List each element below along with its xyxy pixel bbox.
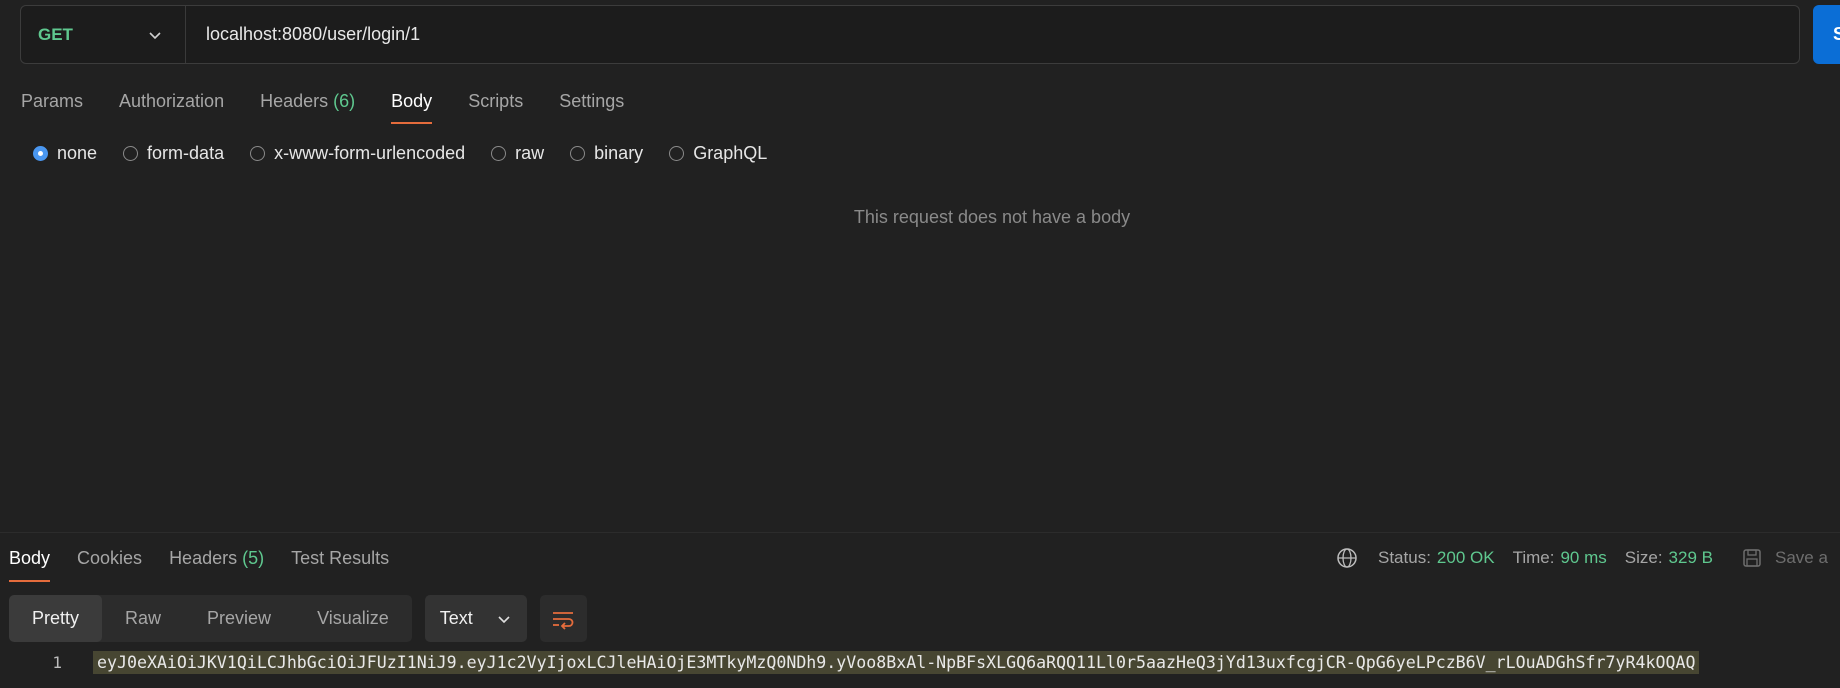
radio-label: binary — [594, 143, 644, 163]
chevron-down-icon — [498, 615, 510, 623]
size-label: Size: — [1624, 548, 1663, 567]
line-number: 1 — [52, 652, 62, 672]
mode-raw[interactable]: Raw — [102, 595, 184, 642]
save-response-label: Save a — [1774, 548, 1828, 567]
headers-count: (6) — [333, 91, 356, 111]
send-button-label: S — [1833, 24, 1840, 44]
url-input[interactable]: localhost:8080/user/login/1 — [206, 24, 420, 45]
time-label: Time: — [1512, 548, 1555, 567]
response-body-text[interactable]: eyJ0eXAiOiJKV1QiLCJhbGciOiJFUzI1NiJ9.eyJ… — [93, 650, 1700, 674]
status-label: Status: — [1378, 548, 1431, 567]
method-select[interactable]: GET — [21, 6, 186, 63]
tab-label: Settings — [559, 91, 625, 111]
radio-button[interactable] — [33, 146, 48, 161]
tab-label: Body — [9, 548, 51, 568]
request-tabs: Params Authorization Headers (6) Body Sc… — [21, 86, 660, 126]
tab-label: Cookies — [77, 548, 143, 568]
view-mode-segment: Pretty Raw Preview Visualize — [9, 595, 412, 642]
radio-label: form-data — [147, 143, 225, 163]
response-status-bar: Status: 200 OK Time: 90 ms Size: 329 B Save… — [1336, 545, 1828, 571]
body-type-options: none form-data x-www-form-urlencoded raw… — [33, 143, 793, 164]
response-headers-count: (5) — [242, 548, 265, 568]
radio-button[interactable] — [669, 146, 685, 161]
empty-body-message: This request does not have a body — [853, 207, 1131, 227]
radio-button[interactable] — [250, 146, 266, 161]
wrap-lines-icon — [553, 611, 574, 630]
tab-label: Body — [391, 91, 433, 111]
time-value: 90 ms — [1560, 548, 1607, 567]
mode-preview[interactable]: Preview — [184, 595, 294, 642]
tab-label: Authorization — [119, 91, 225, 111]
save-response-button[interactable]: Save a — [1741, 547, 1828, 569]
body-type-raw[interactable]: raw — [491, 143, 544, 164]
radio-label: raw — [515, 143, 545, 163]
radio-button[interactable] — [123, 146, 139, 161]
response-tabs: Body Cookies Headers (5) Test Results — [9, 545, 416, 585]
tab-settings[interactable]: Settings — [559, 86, 624, 126]
tab-body[interactable]: Body — [391, 86, 433, 126]
request-url-bar: GET localhost:8080/user/login/1 — [20, 5, 1800, 64]
globe-icon[interactable] — [1336, 547, 1358, 569]
chevron-down-icon — [149, 31, 161, 39]
radio-label: none — [57, 143, 98, 163]
send-button[interactable]: S — [1813, 5, 1840, 64]
status-code[interactable]: Status: 200 OK — [1378, 548, 1495, 568]
tab-headers[interactable]: Headers (6) — [260, 86, 355, 126]
radio-label: GraphQL — [693, 143, 768, 163]
tab-label: Headers — [260, 91, 329, 111]
tab-label: Scripts — [468, 91, 524, 111]
size-value: 329 B — [1668, 548, 1713, 567]
tab-label: Test Results — [291, 548, 390, 568]
response-tab-cookies[interactable]: Cookies — [77, 545, 142, 585]
mode-visualize[interactable]: Visualize — [294, 595, 412, 642]
response-tab-headers[interactable]: Headers (5) — [169, 545, 264, 585]
response-time[interactable]: Time: 90 ms — [1513, 548, 1607, 568]
tab-label: Params — [21, 91, 84, 111]
body-type-urlencoded[interactable]: x-www-form-urlencoded — [250, 143, 465, 164]
response-size[interactable]: Size: 329 B — [1625, 548, 1713, 568]
language-label: Text — [439, 608, 473, 628]
radio-label: x-www-form-urlencoded — [274, 143, 466, 163]
language-select[interactable]: Text — [424, 595, 527, 642]
response-tab-test-results[interactable]: Test Results — [291, 545, 389, 585]
tab-params[interactable]: Params — [21, 86, 83, 126]
radio-button[interactable] — [570, 146, 586, 161]
method-label: GET — [38, 24, 73, 44]
status-value: 200 OK — [1436, 548, 1495, 567]
body-type-graphql[interactable]: GraphQL — [669, 143, 767, 164]
save-icon — [1743, 549, 1761, 567]
wrap-lines-button[interactable] — [539, 595, 587, 642]
response-format-bar: Pretty Raw Preview Visualize Text — [9, 595, 587, 642]
response-code-line: 1 eyJ0eXAiOiJKV1QiLCJhbGciOiJFUzI1NiJ9.e… — [0, 648, 1840, 676]
body-type-none[interactable]: none — [33, 143, 97, 164]
body-type-binary[interactable]: binary — [570, 143, 643, 164]
mode-pretty[interactable]: Pretty — [9, 595, 103, 642]
tab-authorization[interactable]: Authorization — [119, 86, 224, 126]
tab-scripts[interactable]: Scripts — [468, 86, 523, 126]
response-tab-body[interactable]: Body — [9, 545, 51, 585]
radio-button[interactable] — [491, 146, 507, 161]
tab-label: Headers — [169, 548, 238, 568]
body-type-form-data[interactable]: form-data — [123, 143, 224, 164]
